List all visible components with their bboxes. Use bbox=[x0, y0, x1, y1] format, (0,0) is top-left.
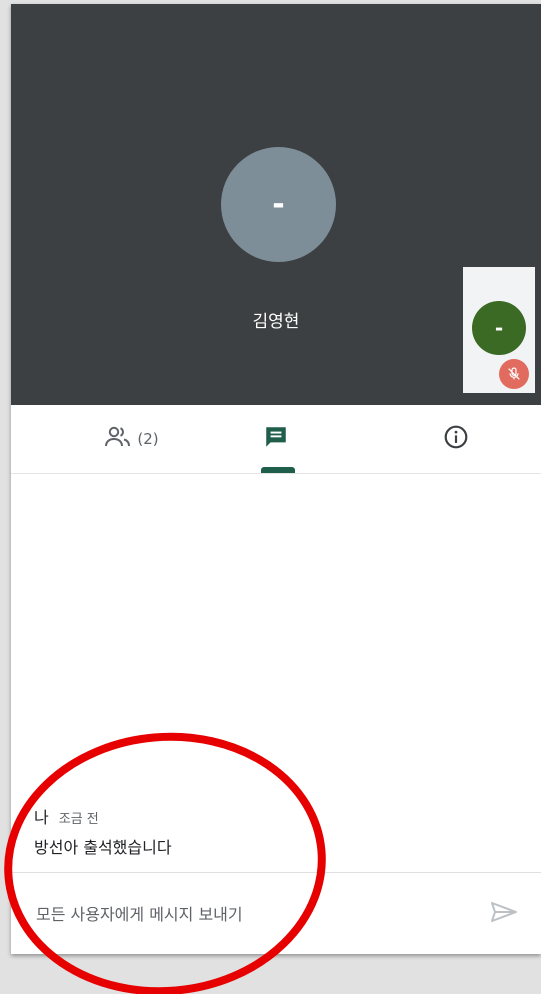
message-input[interactable] bbox=[34, 893, 458, 935]
tab-chat-indicator bbox=[261, 467, 295, 473]
send-icon bbox=[489, 900, 519, 928]
self-preview-tile[interactable]: - bbox=[463, 267, 535, 393]
tab-chat[interactable] bbox=[241, 405, 311, 473]
message-text: 방선아 출석했습니다 bbox=[34, 838, 172, 857]
participant-avatar: - bbox=[221, 147, 336, 262]
info-icon bbox=[443, 424, 469, 454]
mic-off-icon bbox=[499, 359, 529, 389]
self-initial: - bbox=[494, 316, 504, 340]
message-meta: 나 조금 전 bbox=[34, 804, 99, 828]
meeting-panel: - 김영현 - (2) 나 조금 전 방선아 출석했습니다 모든 사용자에게 메… bbox=[11, 4, 541, 954]
participant-count: (2) bbox=[137, 430, 159, 448]
participant-name: 김영현 bbox=[252, 312, 300, 332]
self-avatar: - bbox=[472, 301, 526, 355]
people-icon bbox=[103, 425, 133, 453]
panel-tabs: (2) bbox=[11, 405, 541, 474]
chat-icon bbox=[263, 424, 289, 454]
participant-initial: - bbox=[272, 187, 285, 222]
send-button[interactable] bbox=[487, 897, 521, 931]
tab-people[interactable]: (2) bbox=[71, 405, 191, 473]
message-composer bbox=[11, 873, 541, 953]
message-sender: 나 bbox=[34, 808, 49, 827]
chat-message-list: 나 조금 전 방선아 출석했습니다 bbox=[11, 474, 541, 872]
message-time: 조금 전 bbox=[58, 812, 99, 827]
tab-info[interactable] bbox=[421, 405, 491, 473]
video-stage: - 김영현 - bbox=[11, 4, 541, 405]
